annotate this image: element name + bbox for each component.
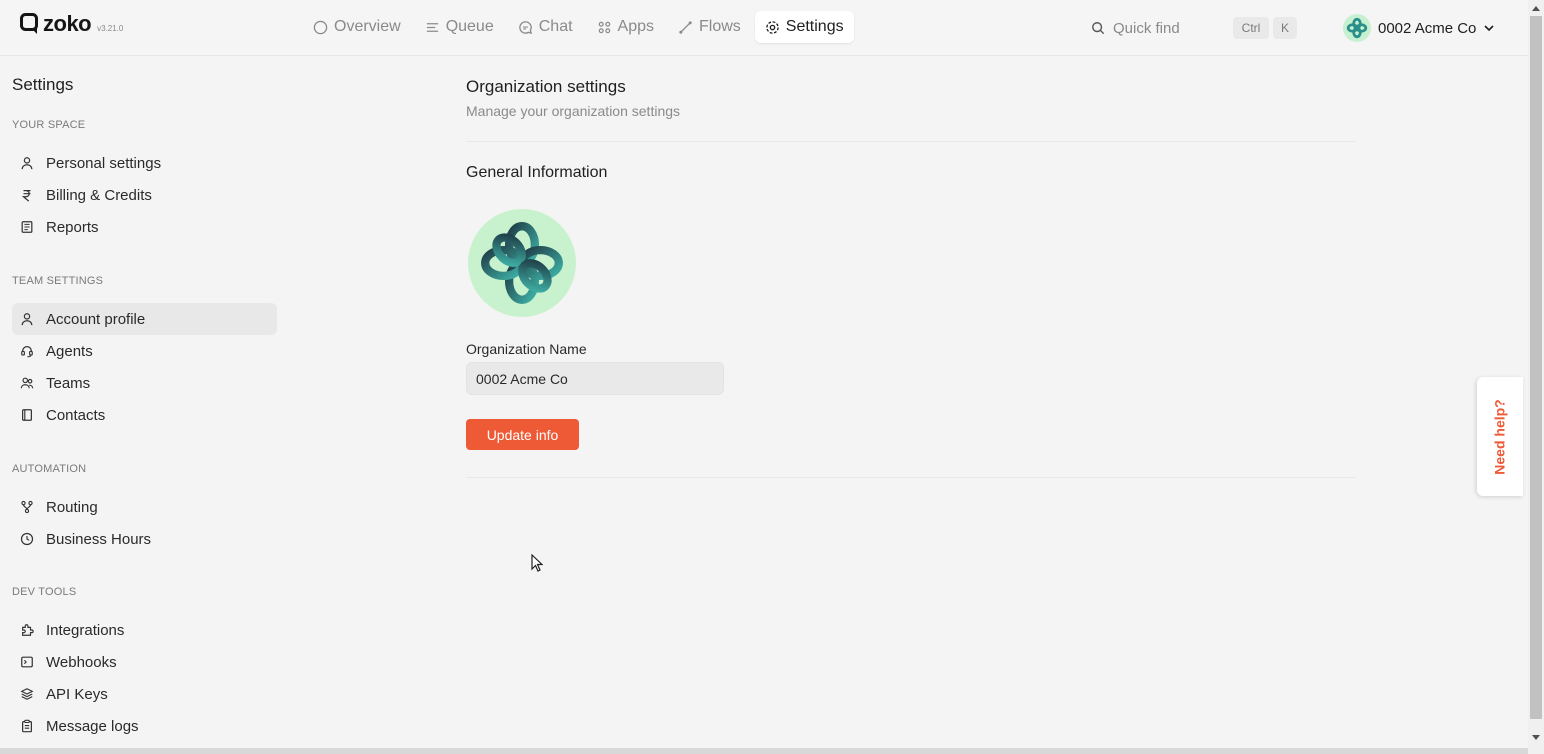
nav-flows[interactable]: Flows (668, 11, 751, 43)
user-icon (21, 157, 33, 170)
sidebar-item-label: Agents (46, 342, 93, 360)
sidebar-item-label: Integrations (46, 621, 125, 639)
flows-icon (679, 20, 692, 34)
team-icon (20, 377, 34, 389)
quick-find-placeholder: Quick find (1113, 19, 1180, 37)
scroll-down-icon[interactable] (1528, 730, 1544, 746)
contact-book-icon (22, 409, 32, 421)
sidebar-item-teams[interactable]: Teams (12, 367, 277, 399)
sidebar-item-personal-settings[interactable]: Personal settings (12, 147, 277, 179)
need-help-tab[interactable]: Need help? (1477, 377, 1523, 496)
nav-settings-label: Settings (785, 18, 844, 35)
nav-settings[interactable]: Settings (754, 11, 854, 43)
scroll-thumb[interactable] (1530, 16, 1542, 719)
quick-find[interactable]: Quick find Ctrl K (1083, 12, 1303, 44)
org-logo-icon (481, 222, 563, 304)
queue-icon (426, 22, 438, 32)
need-help-label: Need help? (1492, 398, 1508, 475)
sidebar-item-reports[interactable]: Reports (12, 211, 277, 243)
org-switcher-name: 0002 Acme Co (1378, 19, 1477, 37)
routing-icon (21, 500, 33, 514)
organization-logo[interactable] (468, 209, 576, 317)
section-label-automation: AUTOMATION (12, 463, 87, 475)
nav-queue-label: Queue (445, 18, 494, 35)
settings-icon (766, 20, 779, 34)
nav-flows-label: Flows (699, 18, 741, 35)
sidebar-title: Settings (12, 75, 74, 94)
sidebar-item-label: Contacts (46, 406, 106, 424)
org-logo-icon (1346, 17, 1368, 39)
org-switcher[interactable]: 0002 Acme Co (1343, 14, 1495, 42)
sidebar-item-account-profile[interactable]: Account profile (12, 303, 277, 335)
section-label-team-settings: TEAM SETTINGS (12, 275, 104, 287)
sidebar-item-business-hours[interactable]: Business Hours (12, 523, 277, 555)
report-icon (21, 221, 33, 233)
sidebar-item-api-keys[interactable]: API Keys (12, 678, 277, 710)
top-bar: zoko v3.21.0 Overview Queue Chat Apps Fl… (0, 0, 1528, 56)
sidebar-item-label: Business Hours (46, 530, 152, 548)
brand-name: zoko (43, 11, 92, 36)
sidebar-item-webhooks[interactable]: Webhooks (12, 646, 277, 678)
nav-overview-label: Overview (334, 18, 401, 35)
section-label-dev-tools: DEV TOOLS (12, 586, 77, 598)
vertical-scrollbar[interactable] (1528, 0, 1544, 754)
divider (466, 477, 1356, 478)
nav-chat-label: Chat (538, 18, 573, 35)
nav-apps[interactable]: Apps (587, 11, 664, 43)
nav-queue[interactable]: Queue (415, 11, 504, 43)
section-title-general-information: General Information (466, 164, 608, 181)
clipboard-icon (22, 719, 32, 733)
puzzle-icon (22, 624, 34, 636)
user-icon (21, 313, 33, 326)
mouse-cursor-icon (531, 554, 543, 572)
sidebar-item-agents[interactable]: Agents (12, 335, 277, 367)
agent-headset-icon (21, 346, 33, 358)
sidebar-item-routing[interactable]: Routing (12, 491, 277, 523)
sidebar-item-billing-credits[interactable]: Billing & Credits (12, 179, 277, 211)
sidebar-item-label: Billing & Credits (46, 186, 152, 204)
sidebar-item-label: Webhooks (46, 653, 117, 671)
search-icon (1092, 22, 1105, 35)
chat-icon (518, 20, 532, 34)
zoko-logo-icon (20, 13, 38, 34)
sidebar-item-label: Message logs (46, 717, 139, 735)
clock-icon (20, 532, 34, 546)
sidebar-item-label: Account profile (46, 310, 146, 328)
rupee-icon (21, 190, 31, 202)
page-subtitle: Manage your organization settings (466, 103, 681, 119)
section-label-your-space: YOUR SPACE (12, 119, 86, 131)
nav-chat[interactable]: Chat (508, 11, 583, 43)
main-nav: Overview Queue Chat Apps Flows Settings (303, 11, 854, 43)
apps-icon (598, 21, 610, 33)
app-version: v3.21.0 (97, 24, 124, 33)
nav-overview[interactable]: Overview (303, 11, 411, 43)
sidebar-item-label: Teams (46, 374, 91, 392)
update-info-button[interactable]: Update info (466, 419, 579, 450)
app-logo[interactable]: zoko v3.21.0 (20, 13, 123, 35)
nav-apps-label: Apps (617, 18, 654, 35)
sidebar-item-contacts[interactable]: Contacts (12, 399, 277, 431)
sidebar-item-label: Personal settings (46, 154, 162, 172)
org-name-label: Organization Name (466, 341, 587, 357)
circle-icon (313, 20, 328, 34)
settings-sidebar: Settings YOUR SPACE Personal settings Bi… (0, 56, 290, 754)
divider (466, 141, 1356, 142)
terminal-icon (21, 656, 33, 668)
shortcut-ctrl-key: Ctrl (1233, 17, 1269, 39)
layers-icon (20, 688, 34, 700)
sidebar-item-label: Reports (46, 218, 99, 236)
sidebar-item-label: Routing (46, 498, 98, 516)
org-name-input[interactable] (466, 362, 724, 395)
org-avatar (1343, 14, 1371, 42)
page-title: Organization settings (466, 77, 626, 96)
sidebar-item-message-logs[interactable]: Message logs (12, 710, 277, 742)
sidebar-item-label: API Keys (46, 685, 108, 703)
sidebar-item-integrations[interactable]: Integrations (12, 614, 277, 646)
chevron-down-icon (1484, 25, 1494, 32)
shortcut-k-key: K (1273, 17, 1297, 39)
horizontal-scrollbar[interactable] (0, 748, 1528, 754)
scroll-up-icon[interactable] (1528, 0, 1544, 16)
